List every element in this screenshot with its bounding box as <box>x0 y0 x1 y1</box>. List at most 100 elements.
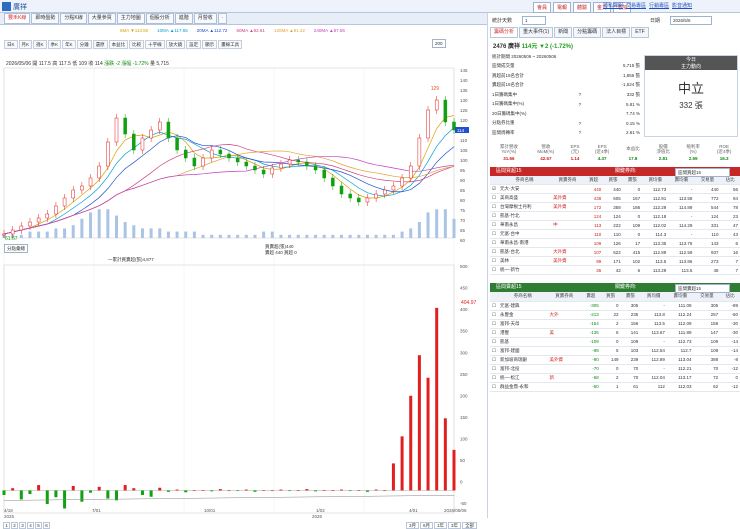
stat-value: 17.8 <box>618 154 648 163</box>
volume-table: 統計期間 20260506 ~ 20260506區間成交量5,715 張買超前1… <box>490 52 642 138</box>
table-row[interactable]: ☐元富-台中1101100114.3-11043 <box>490 230 740 239</box>
top-link[interactable]: 隱私聲明 <box>603 2 623 9</box>
stat-header: 累計營收 YoY(%) <box>490 144 528 154</box>
candle <box>80 186 83 190</box>
tab-news[interactable]: 新聞 <box>554 27 572 38</box>
action-button[interactable]: 會員 <box>533 2 551 13</box>
top-link[interactable]: 行銷專區 <box>649 2 669 9</box>
row-checkbox[interactable]: ☐ <box>490 355 498 364</box>
range-button[interactable]: 6月 <box>420 522 433 529</box>
rank-cell: 凱基 <box>498 337 547 346</box>
row-checkbox[interactable]: ☐ <box>490 328 498 337</box>
net-bar <box>236 490 239 491</box>
table-row[interactable]: ☐華南永昌中113222109112.02114.2933147 <box>490 221 740 230</box>
indicator-select[interactable]: 分點彙總 <box>4 244 28 253</box>
net-bar <box>150 490 153 496</box>
row-checkbox[interactable]: ☐ <box>490 212 498 221</box>
table-row[interactable]: ☐富邦-建國-985103112.54112.7108-14 <box>490 346 740 355</box>
range-button[interactable]: 1年 <box>434 522 447 529</box>
days-input[interactable]: 1 <box>522 16 546 25</box>
candle <box>375 194 378 198</box>
row-checkbox[interactable]: ☐ <box>490 382 498 391</box>
table-row[interactable]: ☐美林美外資99171102113.5113.862737 <box>490 257 740 266</box>
tab-etf[interactable]: ETF <box>631 27 648 38</box>
volume-bar <box>167 232 170 238</box>
row-checkbox[interactable]: ☐ <box>490 337 498 346</box>
rank-col-header: 買超 <box>584 176 603 185</box>
buy-rank-table: 券商名稱買賣券商買超買張賣張買均價賣均價交易量佔比☑元大-大安440440011… <box>490 176 740 276</box>
candle <box>150 130 153 138</box>
table-row[interactable]: ☑元大-大安4404400112.73-44056 <box>490 185 740 194</box>
volume-bar <box>401 232 404 238</box>
price-chart[interactable]: 1451401351301251201151101051009590858075… <box>0 13 488 518</box>
page-button[interactable]: 4 <box>27 522 34 529</box>
table-row[interactable]: ☐富邦-北投-70070-112.2170-12 <box>490 364 740 373</box>
row-checkbox[interactable]: ☐ <box>490 248 498 257</box>
rank-cell <box>547 346 580 355</box>
rank-cell: 110 <box>584 230 603 239</box>
volume-bar <box>314 235 317 238</box>
row-checkbox[interactable]: ☐ <box>490 194 498 203</box>
volume-bar <box>150 228 153 238</box>
stock-header: 2476 廣祥 114元 ▼2 (-1.72%) <box>493 41 740 50</box>
table-row[interactable]: ☐華南永昌-南港10912617113.35113.761436 <box>490 239 740 248</box>
range-buttons: 3月 6月 1年 3年 全部 <box>406 522 477 529</box>
candle <box>383 190 386 194</box>
date-input[interactable]: 2026/5/6 <box>670 16 712 25</box>
top-link[interactable]: 影音通知 <box>672 2 692 9</box>
table-row[interactable]: ☐元富-建興-3050305-111.08305-89 <box>490 301 740 310</box>
table-row[interactable]: ☐新加坡商瑞銀美外資-90149239112.89113.04388-8 <box>490 355 740 364</box>
table-row[interactable]: ☐富邦-天母-1542156113.5112.09158-30 <box>490 319 740 328</box>
sell-rank-select[interactable]: 區間賣超15 <box>675 284 730 293</box>
row-checkbox[interactable]: ☐ <box>490 239 498 248</box>
row-checkbox[interactable]: ☐ <box>490 230 498 239</box>
table-row[interactable]: ☐統一-松江新-68270112.04113.17720 <box>490 373 740 382</box>
tab-chip[interactable]: 籌碼分析 <box>490 27 518 38</box>
range-button[interactable]: 3月 <box>406 522 419 529</box>
range-button[interactable]: 3年 <box>448 522 461 529</box>
price-tick: 145 <box>460 68 468 73</box>
volume-cell: 賣超前15名合計 <box>490 81 577 91</box>
table-row[interactable]: ☐港豐美-1356141113.67111.89147-30 <box>490 328 740 337</box>
row-checkbox[interactable]: ☐ <box>490 373 498 382</box>
row-checkbox[interactable]: ☐ <box>490 364 498 373</box>
rank-col-header: 買賣券商 <box>551 176 584 185</box>
row-checkbox[interactable]: ☐ <box>490 310 498 319</box>
row-checkbox[interactable]: ☐ <box>490 319 498 328</box>
row-checkbox[interactable]: ☐ <box>490 301 498 310</box>
action-button[interactable]: 電報 <box>553 2 571 13</box>
page-button[interactable]: 3 <box>19 522 26 529</box>
price-tick: 125 <box>460 108 468 113</box>
table-row[interactable]: ☐台灣摩根士丹利美外資172358186112.29114.8954478 <box>490 203 740 212</box>
tab-events[interactable]: 重大事件(1) <box>519 27 553 38</box>
table-row[interactable]: ☐凱基-1090109-112.73109-14 <box>490 337 740 346</box>
rank-cell: 42 <box>603 266 622 275</box>
row-checkbox[interactable]: ☐ <box>490 266 498 275</box>
rank-col-header: 賣均價 <box>668 176 694 185</box>
page-button[interactable]: 5 <box>35 522 42 529</box>
table-row[interactable]: ☐永豐金大外-21322235113.8112.24257-50 <box>490 310 740 319</box>
volume-bar <box>297 235 300 238</box>
action-button[interactable]: 體驗 <box>573 2 591 13</box>
table-row[interactable]: ☐統一-新竹36426113.29113.5487 <box>490 266 740 275</box>
table-row[interactable]: ☐群益金鼎-永和-60161112112.0362-12 <box>490 382 740 391</box>
page-button[interactable]: 6 <box>43 522 50 529</box>
page-button[interactable]: 2 <box>11 522 18 529</box>
table-row[interactable]: ☐美商高盛美外資438605167112.91113.5877294 <box>490 194 740 203</box>
row-checkbox[interactable]: ☐ <box>490 346 498 355</box>
volume-cell <box>577 109 592 119</box>
buy-rank-select[interactable]: 區間買超15 <box>675 168 730 177</box>
row-checkbox[interactable]: ☑ <box>490 185 498 194</box>
tab-branch[interactable]: 分點籌碼 <box>573 27 601 38</box>
table-row[interactable]: ☐凱基-竹北1241240112.18-12423 <box>490 212 740 221</box>
page-button[interactable]: 1 <box>3 522 10 529</box>
row-checkbox[interactable]: ☐ <box>490 221 498 230</box>
net-bar <box>375 490 378 491</box>
volume-bar <box>184 232 187 238</box>
range-button[interactable]: 全部 <box>462 522 477 529</box>
row-checkbox[interactable]: ☐ <box>490 257 498 266</box>
top-link[interactable]: 交易專區 <box>626 2 646 9</box>
row-checkbox[interactable]: ☐ <box>490 203 498 212</box>
table-row[interactable]: ☐凱基-台北大外資107522415112.89112.5993716 <box>490 248 740 257</box>
tab-target[interactable]: 法人目標 <box>602 27 630 38</box>
